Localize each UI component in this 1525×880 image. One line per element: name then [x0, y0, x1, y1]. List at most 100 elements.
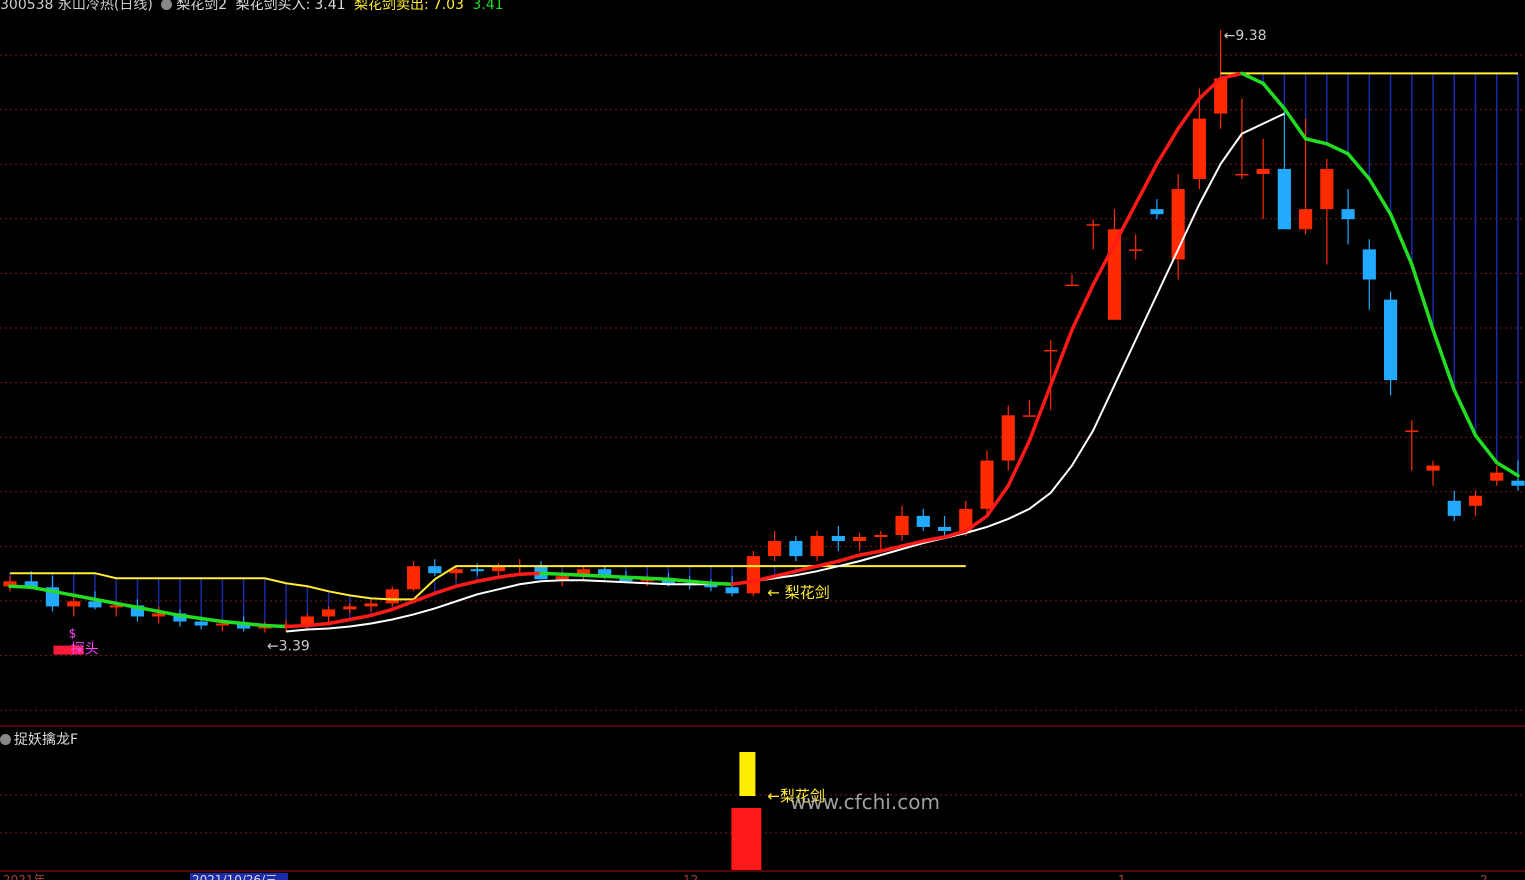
fast-ma-line	[1473, 433, 1499, 465]
fast-ma-line	[1027, 383, 1053, 443]
resistance-bars	[9, 73, 1519, 627]
candle-body	[1362, 249, 1376, 280]
indicator-name[interactable]: 梨花剑2	[176, 0, 227, 13]
candle-body	[364, 603, 378, 607]
candle-body	[1405, 430, 1419, 432]
fast-ma-line	[624, 575, 649, 580]
fast-ma-line	[709, 581, 734, 587]
candle-body	[1065, 284, 1079, 287]
candle-body	[385, 589, 399, 604]
tantou-label: 探头	[71, 642, 99, 658]
fast-ma-line	[1325, 142, 1350, 156]
fast-ma-line	[1346, 152, 1372, 181]
extra-value: 3.41	[472, 0, 504, 13]
fast-ma-line	[602, 574, 628, 579]
fast-ma-line	[1431, 328, 1457, 392]
candle-body	[67, 601, 81, 607]
fast-ma-line	[517, 571, 543, 576]
fast-ma-line	[454, 579, 480, 589]
fast-ma-line	[560, 572, 586, 577]
fast-ma-line	[1303, 136, 1329, 146]
signal-label: ← 梨花剑	[767, 583, 829, 601]
candle-body	[704, 585, 718, 588]
candle-body	[1468, 495, 1483, 506]
fast-ma-line	[581, 573, 607, 578]
fast-ma-line	[1240, 71, 1265, 86]
candle-body	[1150, 209, 1164, 215]
fast-ma-line	[1112, 202, 1138, 247]
grid	[0, 54, 1525, 834]
slow-ma-line	[286, 112, 1285, 633]
candle-body	[1235, 173, 1249, 176]
fast-ma-line	[1070, 282, 1095, 332]
indicator-toggle-icon[interactable]	[161, 0, 173, 10]
fast-ma-line	[348, 613, 373, 622]
fast-ma-line	[8, 584, 33, 590]
chart-header: 300538 永山冷热(日线) 梨花剑2 梨花剑买入: 3.41 梨花剑卖出: 7.…	[0, 0, 508, 14]
sub-panel-title[interactable]: 捉妖擒龙F	[14, 732, 78, 748]
fast-ma-line	[1133, 162, 1159, 206]
candles	[3, 30, 1525, 633]
candle-body	[895, 515, 909, 535]
candle-body	[555, 576, 569, 580]
candle-body	[470, 569, 484, 572]
high-price-label: ←9.38	[1224, 28, 1267, 44]
fast-ma-line	[263, 623, 288, 629]
fast-ma-line	[220, 619, 246, 626]
candle-body	[1022, 415, 1037, 417]
candle-body	[1426, 465, 1440, 471]
watermark: www.cfchi.com	[790, 790, 940, 814]
moving-average-lines	[8, 71, 1520, 633]
sub-panel-header: 捉妖擒龙F	[0, 729, 78, 749]
sub-bar-yellow	[739, 752, 756, 796]
buy-value: 3.41	[314, 0, 346, 13]
fast-ma-line	[71, 593, 97, 602]
fast-ma-line	[1410, 262, 1435, 332]
fast-ma-line	[666, 577, 692, 584]
candle-body	[874, 534, 888, 538]
candle-body	[980, 460, 994, 509]
fast-ma-line	[1282, 106, 1308, 141]
candle-body	[1511, 480, 1525, 486]
candle-body	[343, 606, 357, 610]
candle-body	[746, 556, 760, 594]
fast-ma-line	[496, 572, 522, 579]
fast-ma-line	[921, 535, 947, 543]
fast-ma-line	[284, 623, 310, 629]
candle-body	[810, 536, 824, 557]
sub-bar-red	[731, 808, 762, 870]
candle-body	[831, 536, 845, 542]
candle-body	[1256, 168, 1270, 174]
date-cursor: 2021/10/26/三	[192, 873, 277, 880]
fast-ma-line	[1388, 212, 1414, 267]
fast-ma-line	[326, 617, 352, 626]
candle-body	[428, 566, 442, 574]
fast-ma-line	[1367, 177, 1393, 216]
fast-ma-line	[645, 576, 671, 581]
candle-body	[1341, 209, 1355, 220]
sell-value: 7.03	[432, 0, 464, 13]
fast-ma-line	[1261, 81, 1287, 111]
date-left: 2021年	[3, 873, 46, 880]
fast-ma-line	[369, 607, 395, 618]
candle-body	[300, 616, 314, 625]
candle-body	[725, 587, 739, 594]
date-m2: 1	[1118, 873, 1126, 880]
fast-ma-line	[900, 539, 926, 548]
date-m1: 12	[683, 873, 698, 880]
fast-ma-line	[199, 616, 225, 624]
candle-body	[768, 541, 782, 557]
candle-body	[1299, 209, 1313, 230]
fast-ma-line	[241, 621, 267, 628]
fast-ma-line	[687, 579, 713, 586]
candle-body	[88, 601, 102, 608]
kline-chart[interactable]: ←9.38←3.39← 梨花剑$探头 ←梨花剑 2021年 2021/10/26/…	[0, 0, 1525, 880]
low-price-label: ←3.39	[267, 639, 310, 655]
fast-ma-line	[836, 553, 862, 563]
sub-indicator-toggle-icon[interactable]	[0, 734, 11, 745]
candle-body	[194, 621, 208, 626]
candle-body	[215, 623, 229, 626]
candle-body	[406, 566, 421, 590]
candle-body	[1001, 415, 1015, 461]
fast-ma-line	[433, 584, 458, 596]
